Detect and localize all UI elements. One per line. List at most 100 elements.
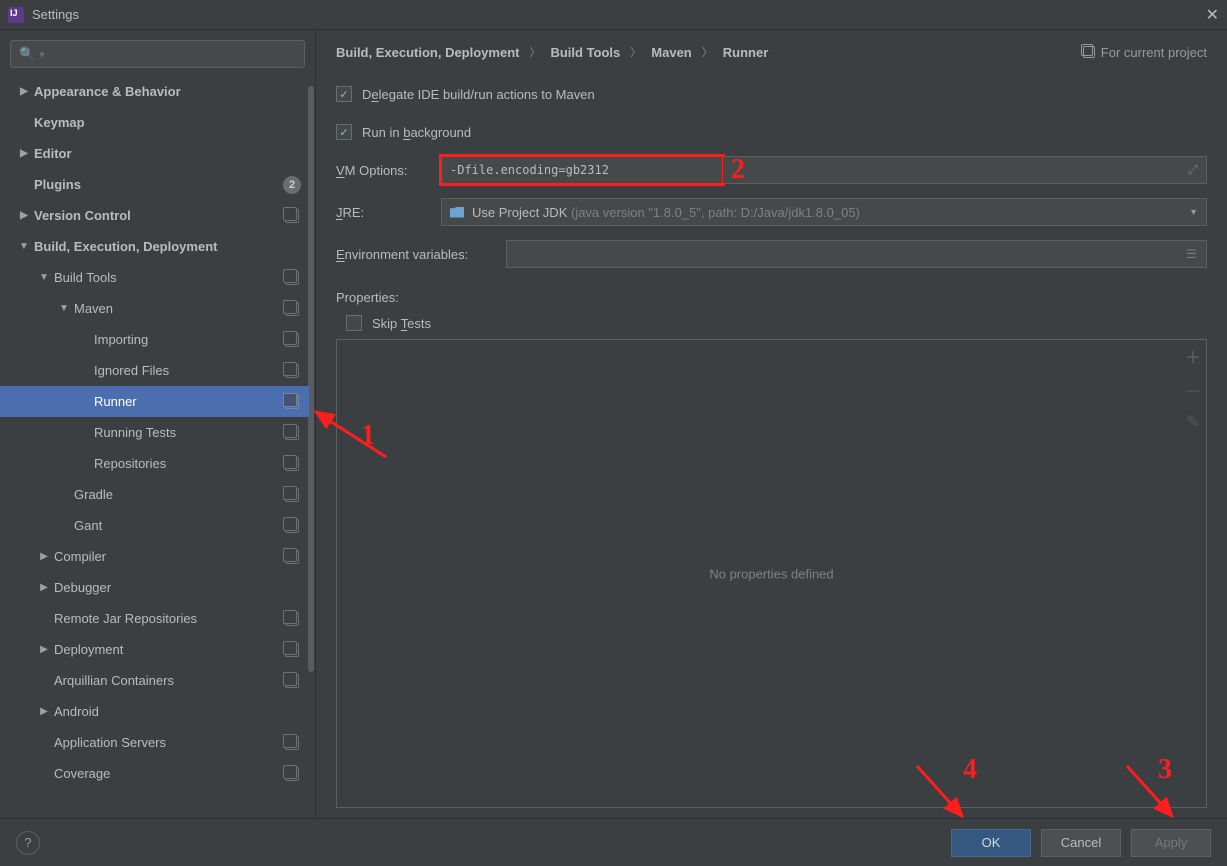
search-icon: 🔍	[19, 46, 35, 62]
tree-item-label: Application Servers	[54, 735, 285, 750]
chevron-down-icon: ▼	[58, 303, 70, 314]
tree-item-gant[interactable]: ▶Gant	[0, 510, 309, 541]
tree-item-build-execution-deployment[interactable]: ▼Build, Execution, Deployment	[0, 231, 309, 262]
tree-item-version-control[interactable]: ▶ Version Control	[0, 200, 309, 231]
tree-item-appearance-behavior[interactable]: ▶Appearance & Behavior	[0, 76, 309, 107]
jre-row: JRE: Use Project JDK (java version "1.8.…	[336, 196, 1207, 228]
tree-item-label: Version Control	[34, 208, 285, 223]
jre-dropdown[interactable]: Use Project JDK (java version "1.8.0_5",…	[441, 198, 1207, 226]
properties-table: No properties defined ＋ － ✎	[336, 339, 1207, 808]
background-checkbox-row[interactable]: ✓ Run in background	[336, 116, 1207, 148]
close-icon[interactable]: ✕	[1206, 5, 1219, 25]
tree-item-label: Remote Jar Repositories	[54, 611, 285, 626]
apply-button[interactable]: Apply	[1131, 829, 1211, 857]
tree-item-debugger[interactable]: ▶Debugger	[0, 572, 309, 603]
expand-icon[interactable]: ⤢	[1188, 162, 1198, 178]
project-scope-icon	[285, 364, 299, 378]
checkbox-checked-icon[interactable]: ✓	[336, 86, 352, 102]
project-scope-icon	[285, 209, 299, 223]
checkbox-checked-icon[interactable]: ✓	[336, 124, 352, 140]
count-badge: 2	[283, 176, 301, 194]
tree-item-label: Gradle	[74, 487, 285, 502]
chevron-right-icon: 〉	[630, 44, 641, 60]
tree-item-gradle[interactable]: ▶Gradle	[0, 479, 309, 510]
tree-item-maven[interactable]: ▼ Maven	[0, 293, 309, 324]
tree-item-build-tools[interactable]: ▼Build Tools	[0, 262, 309, 293]
tree-item-label: Coverage	[54, 766, 285, 781]
env-vars-input[interactable]	[506, 240, 1207, 268]
chevron-down-icon: ▼	[18, 241, 30, 252]
app-icon	[8, 7, 24, 23]
tree-item-arquillian-containers[interactable]: ▶Arquillian Containers	[0, 665, 309, 696]
tree-item-label: Editor	[34, 146, 309, 161]
list-icon[interactable]	[1186, 246, 1200, 260]
tree-item-plugins[interactable]: ▶Plugins2	[0, 169, 309, 200]
chevron-right-icon: ▶	[38, 706, 50, 717]
search-input[interactable]: 🔍 ▾	[10, 40, 305, 68]
vm-options-input-ext[interactable]: ⤢	[723, 156, 1207, 184]
project-scope-icon	[285, 674, 299, 688]
settings-content: Build, Execution, Deployment 〉 Build Too…	[316, 30, 1227, 818]
tree-item-label: Ignored Files	[94, 363, 285, 378]
settings-sidebar: 🔍 ▾ ▶Appearance & Behavior▶Keymap▶Editor…	[0, 30, 316, 818]
tree-item-label: Running Tests	[94, 425, 285, 440]
tree-item-runner[interactable]: ▶Runner	[0, 386, 309, 417]
project-scope-icon	[285, 643, 299, 657]
tree-item-label: Importing	[94, 332, 285, 347]
dialog-footer: ? OK Cancel Apply	[0, 818, 1227, 866]
env-vars-row: Environment variables:	[336, 238, 1207, 270]
project-scope-icon	[285, 612, 299, 626]
tree-item-label: Debugger	[54, 580, 309, 595]
folder-icon	[450, 207, 464, 218]
window-title: Settings	[32, 7, 1206, 22]
checkbox-unchecked-icon[interactable]: ✓	[346, 315, 362, 331]
remove-icon[interactable]: －	[1184, 378, 1202, 402]
tree-item-repositories[interactable]: ▶Repositories	[0, 448, 309, 479]
project-scope-icon	[285, 488, 299, 502]
settings-tree: ▶Appearance & Behavior▶Keymap▶Editor▶Plu…	[0, 76, 315, 818]
tree-item-remote-jar-repositories[interactable]: ▶Remote Jar Repositories	[0, 603, 309, 634]
chevron-right-icon: 〉	[529, 44, 540, 60]
tree-item-deployment[interactable]: ▶ Deployment	[0, 634, 309, 665]
help-button[interactable]: ?	[16, 831, 40, 855]
breadcrumb: Build, Execution, Deployment 〉 Build Too…	[336, 44, 1207, 60]
vm-options-label: VM Options:	[336, 163, 441, 178]
add-icon[interactable]: ＋	[1184, 344, 1202, 368]
tree-item-label: Plugins	[34, 177, 283, 192]
project-scope-icon	[285, 333, 299, 347]
chevron-right-icon: ▶	[38, 551, 50, 562]
project-scope-icon	[285, 767, 299, 781]
tree-item-label: Runner	[94, 394, 285, 409]
tree-item-running-tests[interactable]: ▶Running Tests	[0, 417, 309, 448]
tree-item-label: Gant	[74, 518, 285, 533]
vm-options-input[interactable]: -Dfile.encoding=gb2312	[441, 156, 723, 184]
tree-item-compiler[interactable]: ▶Compiler	[0, 541, 309, 572]
chevron-right-icon: ▶	[18, 86, 30, 97]
cancel-button[interactable]: Cancel	[1041, 829, 1121, 857]
edit-icon[interactable]: ✎	[1184, 412, 1202, 432]
ok-button[interactable]: OK	[951, 829, 1031, 857]
project-scope-icon	[285, 736, 299, 750]
project-scope-icon	[285, 550, 299, 564]
project-scope-icon	[285, 395, 299, 409]
chevron-right-icon: ▶	[38, 644, 50, 655]
tree-item-editor[interactable]: ▶ Editor	[0, 138, 309, 169]
properties-label: Properties:	[336, 290, 1207, 305]
tree-item-android[interactable]: ▶Android	[0, 696, 309, 727]
skip-tests-checkbox-row[interactable]: ✓ Skip Tests	[346, 315, 1207, 331]
tree-item-label: Maven	[74, 301, 285, 316]
copy-icon	[1083, 46, 1095, 58]
tree-item-application-servers[interactable]: ▶Application Servers	[0, 727, 309, 758]
chevron-right-icon: ▶	[18, 210, 30, 221]
tree-item-label: Keymap	[34, 115, 309, 130]
tree-item-keymap[interactable]: ▶Keymap	[0, 107, 309, 138]
tree-item-label: Deployment	[54, 642, 285, 657]
tree-item-importing[interactable]: ▶Importing	[0, 324, 309, 355]
chevron-down-icon: ▼	[38, 272, 50, 283]
chevron-right-icon: ▶	[18, 148, 30, 159]
delegate-checkbox-row[interactable]: ✓ Delegate IDE build/run actions to Mave…	[336, 78, 1207, 110]
chevron-right-icon: 〉	[702, 44, 713, 60]
tree-item-coverage[interactable]: ▶Coverage	[0, 758, 309, 789]
properties-empty-text: No properties defined	[709, 566, 833, 581]
tree-item-ignored-files[interactable]: ▶Ignored Files	[0, 355, 309, 386]
